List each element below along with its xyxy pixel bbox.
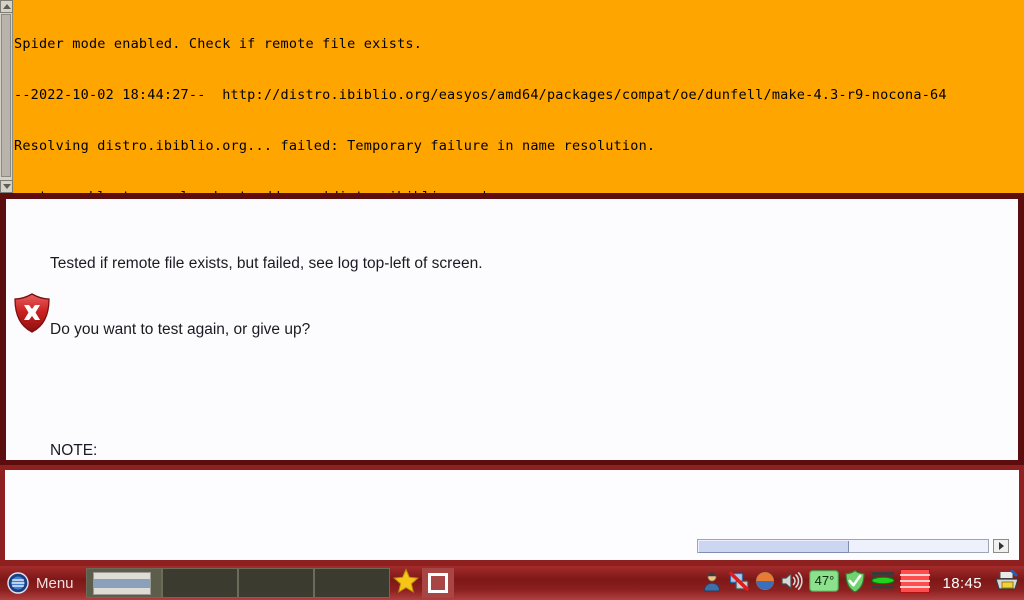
- clock[interactable]: 18:45: [935, 575, 989, 592]
- task-button-1[interactable]: [85, 568, 162, 598]
- user-icon[interactable]: [701, 570, 723, 597]
- show-desktop-button[interactable]: [421, 568, 454, 598]
- error-shield-icon: [10, 291, 54, 335]
- globe-icon[interactable]: [755, 571, 775, 596]
- horizontal-scrollbar[interactable]: [697, 539, 1009, 553]
- star-icon: [392, 567, 419, 599]
- menu-label: Menu: [36, 574, 74, 592]
- square-icon: [427, 573, 448, 593]
- log-line: --2022-10-02 18:44:27-- http://distro.ib…: [14, 87, 947, 103]
- printer-icon[interactable]: [994, 569, 1020, 597]
- desktop-screen: Spider mode enabled. Check if remote fil…: [0, 0, 1024, 600]
- dialog-line: Tested if remote file exists, but failed…: [50, 255, 483, 272]
- scrollbar-track[interactable]: [697, 539, 989, 553]
- log-vertical-scrollbar[interactable]: [0, 0, 13, 193]
- dialog-line: Do you want to test again, or give up?: [50, 321, 311, 338]
- lower-window-content: [5, 470, 1019, 560]
- taskbar: Menu 47° 18:45: [0, 566, 1024, 600]
- log-line: Spider mode enabled. Check if remote fil…: [14, 36, 423, 52]
- temperature-label: 47°: [814, 573, 835, 588]
- system-tray: 47° 18:45: [701, 566, 1024, 600]
- menu-button[interactable]: Menu: [0, 566, 86, 600]
- window-thumbnail: [92, 572, 151, 595]
- wget-log-window: Spider mode enabled. Check if remote fil…: [0, 0, 1024, 193]
- task-button-3[interactable]: [237, 568, 314, 598]
- task-list: [85, 568, 390, 598]
- log-line: Resolving distro.ibiblio.org... failed: …: [14, 138, 656, 154]
- firewall-shield-icon[interactable]: [844, 569, 866, 598]
- scroll-up-arrow-icon[interactable]: [0, 0, 13, 13]
- scrollbar-thumb[interactable]: [1, 14, 11, 177]
- task-button-2[interactable]: [161, 568, 238, 598]
- task-button-4[interactable]: [313, 568, 390, 598]
- scroll-down-arrow-icon[interactable]: [0, 180, 13, 193]
- dialog-spacer: [50, 385, 1018, 396]
- memory-meter-icon[interactable]: [900, 568, 931, 598]
- lower-window: [0, 465, 1024, 566]
- log-text: Spider mode enabled. Check if remote fil…: [14, 2, 1024, 193]
- error-dialog: Tested if remote file exists, but failed…: [0, 193, 1024, 465]
- scrollbar-thumb[interactable]: [699, 541, 849, 553]
- dialog-content: Tested if remote file exists, but failed…: [6, 199, 1018, 460]
- chevron-right-icon[interactable]: [993, 539, 1009, 553]
- dialog-button-row: TEST AGAIN GIVE UP: [6, 421, 1018, 453]
- volume-icon[interactable]: [780, 570, 804, 597]
- menu-globe-icon: [7, 572, 29, 594]
- favorites-button[interactable]: [390, 567, 422, 599]
- cpu-load-icon[interactable]: [871, 570, 895, 597]
- temperature-icon[interactable]: 47°: [809, 569, 840, 597]
- network-disconnected-icon[interactable]: [728, 570, 750, 597]
